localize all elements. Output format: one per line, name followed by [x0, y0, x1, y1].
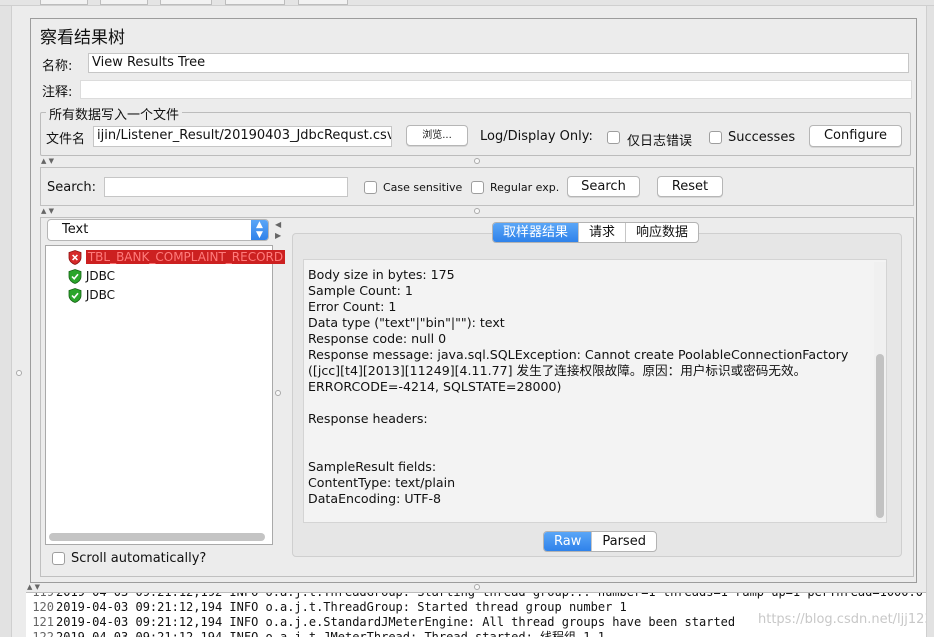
comment-label: 注释:: [42, 85, 73, 100]
sampler-result-box: Body size in bytes: 175 Sample Count: 1 Er…: [303, 259, 887, 523]
log-line-text: 2019-04-03 09:21:12,194 INFO o.a.j.e.Sta…: [56, 615, 736, 629]
log-line-number: 120: [32, 600, 54, 614]
right-scroll-edge[interactable]: [926, 6, 934, 637]
successes-checkbox[interactable]: [709, 131, 722, 144]
result-line: Response message: java.sql.SQLException:…: [308, 347, 849, 362]
configure-button[interactable]: Configure: [809, 125, 902, 147]
results-tree: TBL_BANK_COMPLAINT_RECORD JDBC JDBC: [45, 245, 286, 545]
sampler-result-text: Body size in bytes: 175 Sample Count: 1 Er…: [308, 267, 873, 507]
regex-checkbox[interactable]: [471, 181, 484, 194]
search-input[interactable]: [104, 177, 348, 197]
parsed-view-button[interactable]: Parsed: [592, 532, 656, 551]
error-shield-icon: [68, 250, 82, 265]
filename-label: 文件名: [46, 132, 86, 147]
search-label: Search:: [47, 180, 97, 195]
result-line: ERRORCODE=-4214, SQLSTATE=28000): [308, 379, 562, 394]
chevron-updown-icon: ▲ ▼: [251, 220, 268, 240]
collapse-arrows[interactable]: ▲ ▼: [41, 207, 54, 215]
errors-only-label: 仅日志错误: [627, 134, 693, 149]
result-line: Body size in bytes: 175: [308, 267, 455, 282]
result-scroll-track[interactable]: [874, 262, 886, 520]
collapse-arrows[interactable]: ▲ ▼: [27, 583, 40, 591]
toolbar-tab[interactable]: [100, 0, 148, 5]
result-line: ([jcc][t4][2013][11249][4.11.77] 发生了连接权限…: [308, 363, 807, 378]
log-line-text: 2019-04-03 09:21:12,192 INFO o.a.j.t.Thr…: [56, 592, 926, 599]
log-line-number: 122: [32, 630, 54, 637]
result-line: [308, 395, 873, 411]
divider-handle[interactable]: [474, 158, 480, 164]
result-line: SampleResult fields:: [308, 459, 437, 474]
result-line: Error Count: 1: [308, 299, 397, 314]
split-collapse-arrows[interactable]: ◀ ▶: [275, 219, 281, 241]
renderer-selected-value: Text: [62, 222, 89, 237]
collapse-arrows[interactable]: ▲ ▼: [41, 157, 54, 165]
result-line: [308, 443, 873, 459]
tab-response-data[interactable]: 响应数据: [626, 223, 698, 242]
log-line: 119 2019-04-03 09:21:12,192 INFO o.a.j.t.…: [26, 592, 926, 600]
reset-button[interactable]: Reset: [657, 176, 723, 197]
toolbar-tab[interactable]: [160, 0, 212, 5]
successes-label: Successes: [728, 130, 796, 145]
comment-input[interactable]: [80, 80, 912, 99]
result-line: Sample Count: 1: [308, 283, 413, 298]
toolbar-tab[interactable]: [225, 0, 285, 5]
search-button[interactable]: Search: [567, 176, 640, 197]
success-shield-icon: [68, 269, 82, 284]
filename-input[interactable]: ijin/Listener_Result/20190403_JdbcRequst…: [93, 126, 392, 147]
write-to-file-title: 所有数据写入一个文件: [46, 104, 183, 123]
tree-item[interactable]: JDBC: [68, 286, 115, 305]
splitter-handle[interactable]: [16, 370, 22, 376]
result-line: DataEncoding: UTF-8: [308, 491, 442, 506]
log-line-number: 119: [32, 592, 54, 599]
tree-item-label: JDBC: [85, 288, 116, 302]
log-line: 122 2019-04-03 09:21:12,194 INFO o.a.j.t.…: [26, 630, 926, 637]
scroll-automatically-label: Scroll automatically?: [71, 551, 207, 566]
log-line-text: 2019-04-03 09:21:12,194 INFO o.a.j.t.JMe…: [56, 630, 605, 637]
toolbar-tab[interactable]: [40, 0, 88, 5]
divider-handle[interactable]: [474, 584, 480, 590]
name-input[interactable]: View Results Tree: [88, 53, 909, 73]
case-sensitive-label: Case sensitive: [383, 181, 463, 194]
tree-item-label: JDBC: [85, 269, 116, 283]
page-title: 察看结果树: [40, 28, 125, 48]
tab-sampler-result[interactable]: 取样器结果: [493, 223, 580, 242]
regex-label: Regular exp.: [490, 181, 560, 194]
view-mode-toggle: Raw Parsed: [543, 531, 657, 552]
result-line: ContentType: text/plain: [308, 475, 456, 490]
name-label: 名称:: [42, 59, 73, 74]
errors-only-checkbox[interactable]: [607, 131, 620, 144]
log-panel[interactable]: 119 2019-04-03 09:21:12,192 INFO o.a.j.t.…: [26, 592, 926, 637]
success-shield-icon: [68, 288, 82, 303]
result-line: Data type ("text"|"bin"|""): text: [308, 315, 505, 330]
scroll-automatically-checkbox[interactable]: [52, 552, 65, 565]
result-tabs: 取样器结果 请求 响应数据: [492, 222, 700, 243]
log-line-number: 121: [32, 615, 54, 629]
toolbar-tab[interactable]: [298, 0, 348, 5]
browse-button[interactable]: 浏览...: [406, 125, 468, 146]
case-sensitive-checkbox[interactable]: [364, 181, 377, 194]
tree-item[interactable]: JDBC: [68, 267, 115, 286]
divider-handle[interactable]: [474, 208, 480, 214]
tree-horizontal-scrollbar[interactable]: [49, 533, 265, 541]
result-line: Response code: null 0: [308, 331, 447, 346]
log-line-text: 2019-04-03 09:21:12,194 INFO o.a.j.t.Thr…: [56, 600, 627, 614]
watermark: https://blog.csdn.net/ljj123_: [758, 612, 926, 627]
log-display-only-label: Log/Display Only:: [480, 129, 593, 144]
raw-view-button[interactable]: Raw: [544, 532, 593, 551]
result-line: Response headers:: [308, 411, 428, 426]
tab-request[interactable]: 请求: [579, 223, 627, 242]
tree-item-label: TBL_BANK_COMPLAINT_RECORD: [85, 250, 286, 264]
result-scroll-thumb[interactable]: [876, 354, 884, 518]
left-splitter[interactable]: [0, 6, 12, 637]
renderer-select[interactable]: Text ▲ ▼: [47, 219, 269, 241]
split-handle[interactable]: [275, 390, 281, 396]
tree-item[interactable]: TBL_BANK_COMPLAINT_RECORD: [68, 248, 286, 267]
result-line: [308, 427, 873, 443]
